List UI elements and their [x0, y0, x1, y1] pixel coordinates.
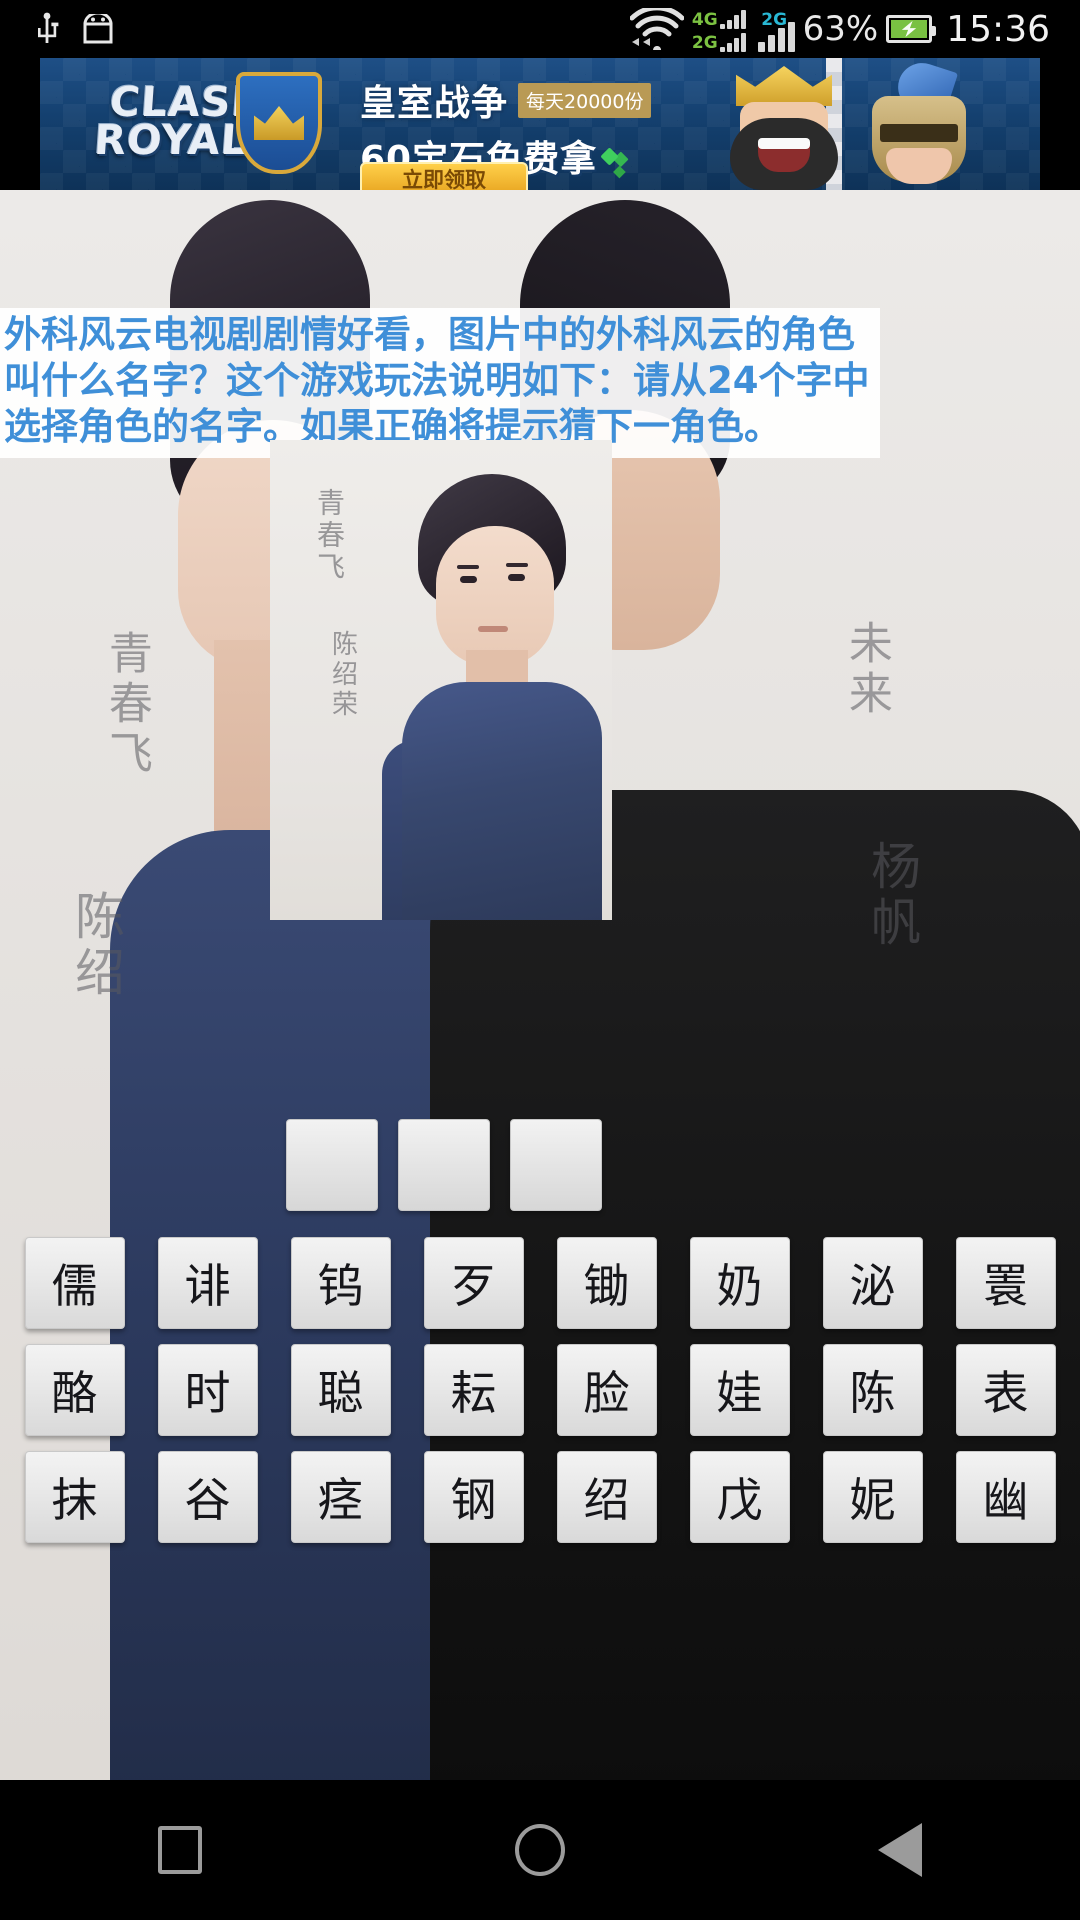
answer-slot-1[interactable]: [286, 1119, 378, 1211]
wifi-icon: [629, 8, 684, 50]
sim1-network-type-2g: 2G: [691, 32, 718, 53]
gem-icon: [600, 146, 619, 166]
ad-cta-button[interactable]: 立即领取: [360, 162, 528, 190]
battery-percent-label: 63%: [802, 9, 879, 49]
nav-back-button[interactable]: [840, 1780, 960, 1920]
background-calligraphy-right-2: 杨帆: [863, 840, 921, 952]
portrait-calligraphy: 青春飞: [313, 488, 346, 584]
char-tile[interactable]: 钢: [423, 1451, 524, 1543]
sim1-bars-top: [719, 9, 746, 29]
sim2-bars: [757, 21, 795, 52]
advertisement-banner[interactable]: CLASH ROYALE 皇室战争 每天20000份 60宝石免费拿 立即领取: [40, 58, 1040, 190]
char-tile[interactable]: 表: [955, 1344, 1056, 1436]
answer-slot-2[interactable]: [398, 1119, 490, 1211]
sim2-signal-indicator: 2G: [754, 5, 795, 53]
status-bar-right-icons: 4G 2G 2G 63% 15:36: [629, 5, 1064, 53]
android-debug-icon: [83, 14, 113, 44]
nav-home-button[interactable]: [480, 1780, 600, 1920]
char-tile[interactable]: 戊: [689, 1451, 790, 1543]
question-text: 外科风云电视剧剧情好看，图片中的外科风云的角色叫什么名字？这个游戏玩法说明如下：…: [4, 313, 870, 448]
status-bar-left-icons: [34, 12, 114, 46]
char-tile[interactable]: 酪: [24, 1344, 125, 1436]
ad-shield-icon: [236, 72, 322, 174]
king-crown-icon: [736, 66, 832, 106]
status-bar-clock: 15:36: [946, 8, 1050, 50]
square-icon: [158, 1826, 202, 1874]
char-tile[interactable]: 歹: [423, 1237, 524, 1329]
game-photo-area: 青春飞 陈绍 未来 杨帆 外科风云电视剧剧情好看，图片中的外科风云的角色叫什么名…: [0, 190, 1080, 1780]
status-bar: 4G 2G 2G 63% 15:36: [0, 0, 1080, 58]
sim1-signal-indicator: 4G 2G: [692, 5, 746, 53]
android-navigation-bar: [0, 1780, 1080, 1920]
circle-icon: [515, 1824, 565, 1876]
char-tile[interactable]: 陈: [822, 1344, 923, 1436]
portrait-eye-left: [460, 576, 477, 583]
char-tile[interactable]: 钨: [290, 1237, 391, 1329]
char-tile[interactable]: 痉: [290, 1451, 391, 1543]
char-tile[interactable]: 时: [157, 1344, 258, 1436]
char-tile[interactable]: 妮: [822, 1451, 923, 1543]
ad-artwork: [640, 58, 1040, 190]
sim1-network-type-4g: 4G: [691, 9, 718, 30]
char-tile[interactable]: 绍: [556, 1451, 657, 1543]
background-calligraphy-right: 未来: [840, 620, 892, 720]
knight-visor: [880, 124, 958, 142]
answer-slots: [286, 1119, 602, 1211]
crown-icon: [254, 106, 304, 140]
battery-icon: [886, 15, 937, 43]
char-tile[interactable]: 诽: [157, 1237, 258, 1329]
background-calligraphy-left: 青春飞: [100, 630, 152, 780]
king-teeth: [758, 138, 810, 149]
battery-fill: [891, 20, 928, 38]
phone-screen: 4G 2G 2G 63% 15:36 CLASH ROYALE 皇室战争 每天2…: [0, 0, 1080, 1920]
portrait-eyebrow-left: [457, 565, 479, 569]
char-tile[interactable]: 泌: [822, 1237, 923, 1329]
char-tile[interactable]: 瞏: [955, 1237, 1056, 1329]
ad-knight-character: [846, 58, 996, 190]
char-tile[interactable]: 耘: [423, 1344, 524, 1436]
char-tile[interactable]: 谷: [157, 1451, 258, 1543]
char-tile[interactable]: 娃: [689, 1344, 790, 1436]
ad-daily-quota-badge: 每天20000份: [518, 82, 652, 118]
char-tile[interactable]: 儒: [24, 1237, 125, 1329]
usb-icon: [38, 12, 59, 43]
char-tile[interactable]: 抹: [24, 1451, 125, 1543]
answer-slot-3[interactable]: [510, 1119, 602, 1211]
character-portrait-image: 青春飞 陈绍荣: [270, 440, 612, 920]
char-tile[interactable]: 脸: [556, 1344, 657, 1436]
portrait-mouth: [478, 626, 508, 632]
battery-charging-bolt-icon: [902, 20, 917, 38]
triangle-back-icon: [878, 1823, 922, 1877]
portrait-eye-right: [508, 574, 525, 581]
portrait-face: [436, 526, 554, 666]
ad-king-character: [710, 66, 860, 190]
portrait-eyebrow-right: [506, 563, 528, 567]
char-tile[interactable]: 奶: [689, 1237, 790, 1329]
portrait-sweater: [402, 682, 602, 920]
sim1-bars-bottom: [719, 32, 746, 52]
background-calligraphy-left-2: 陈绍: [67, 890, 125, 1002]
character-tile-grid: 儒 诽 钨 歹 锄 奶 泌 瞏 酪 时 聪 耘 脸 娃 陈 表 抹 谷 痉 钢 …: [8, 1237, 1072, 1558]
nav-recents-button[interactable]: [120, 1780, 240, 1920]
char-tile[interactable]: 聪: [290, 1344, 391, 1436]
ad-title: 皇室战争: [360, 83, 509, 124]
portrait-calligraphy-2: 陈绍荣: [327, 630, 358, 720]
char-tile[interactable]: 锄: [556, 1237, 657, 1329]
question-banner: 外科风云电视剧剧情好看，图片中的外科风云的角色叫什么名字？这个游戏玩法说明如下：…: [0, 308, 880, 458]
char-tile[interactable]: 幽: [955, 1451, 1056, 1543]
